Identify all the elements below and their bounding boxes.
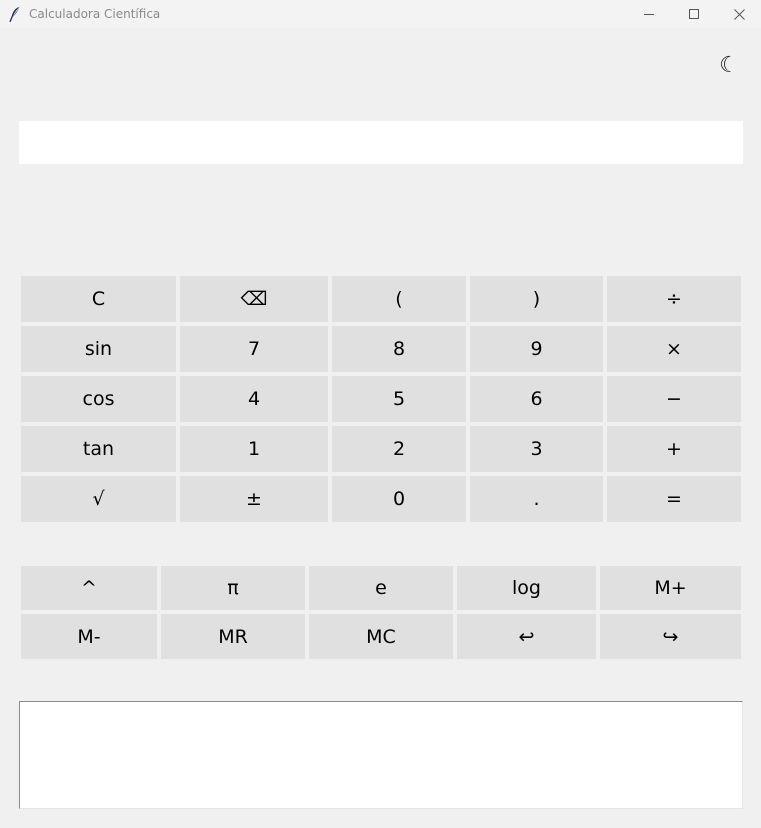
key-label: 3 — [530, 438, 543, 460]
memory-clear-button[interactable]: MC — [309, 614, 453, 659]
digit-nine-button[interactable]: 9 — [470, 326, 603, 372]
redo-button[interactable]: ↪ — [600, 614, 741, 659]
close-icon — [733, 8, 745, 20]
key-label: − — [666, 388, 682, 410]
tan-button[interactable]: tan — [21, 426, 176, 472]
digit-one-button[interactable]: 1 — [180, 426, 328, 472]
digit-five-button[interactable]: 5 — [332, 376, 466, 422]
digit-four-button[interactable]: 4 — [180, 376, 328, 422]
key-label: MC — [366, 625, 396, 648]
key-label: ↪ — [662, 625, 679, 648]
key-label: ± — [246, 488, 262, 510]
memory-recall-button[interactable]: MR — [161, 614, 305, 659]
key-label: 8 — [392, 338, 406, 360]
close-paren-button[interactable]: ) — [470, 276, 603, 322]
key-label: = — [666, 488, 682, 510]
key-label: ↩ — [518, 625, 535, 648]
cos-button[interactable]: cos — [21, 376, 176, 422]
open-paren-button[interactable]: ( — [332, 276, 466, 322]
sqrt-button[interactable]: √ — [21, 476, 176, 522]
key-label: tan — [82, 438, 115, 460]
key-label: MR — [218, 625, 248, 648]
pi-button[interactable]: π — [161, 566, 305, 610]
key-label: 4 — [247, 388, 261, 410]
digit-three-button[interactable]: 3 — [470, 426, 603, 472]
minimize-icon — [644, 9, 654, 19]
key-label: 6 — [530, 388, 543, 410]
close-button[interactable] — [716, 0, 761, 28]
multiply-button[interactable]: × — [607, 326, 741, 372]
window-title: Calculadora Científica — [29, 7, 161, 21]
key-label: √ — [92, 488, 105, 510]
key-label: 7 — [247, 338, 261, 360]
backspace-button[interactable]: ⌫ — [180, 276, 328, 322]
digit-six-button[interactable]: 6 — [470, 376, 603, 422]
key-label: 1 — [247, 438, 261, 460]
key-label: C — [91, 288, 106, 310]
clear-button[interactable]: C — [21, 276, 176, 322]
log-button[interactable]: log — [457, 566, 596, 610]
decimal-button[interactable]: . — [470, 476, 603, 522]
power-button[interactable]: ^ — [21, 566, 157, 610]
key-label: ÷ — [666, 288, 682, 310]
moon-icon: ☾ — [719, 52, 739, 78]
undo-button[interactable]: ↩ — [457, 614, 596, 659]
subtract-button[interactable]: − — [607, 376, 741, 422]
key-label: ⌫ — [240, 288, 268, 310]
key-label: 2 — [392, 438, 406, 460]
divide-button[interactable]: ÷ — [607, 276, 741, 322]
key-label: M- — [77, 625, 101, 648]
key-label: + — [666, 438, 682, 460]
add-button[interactable]: + — [607, 426, 741, 472]
feather-icon — [9, 6, 21, 23]
key-label: 5 — [392, 388, 406, 410]
theme-toggle-button[interactable]: ☾ — [714, 50, 744, 80]
sin-button[interactable]: sin — [21, 326, 176, 372]
key-label: 9 — [530, 338, 543, 360]
history-panel[interactable] — [19, 701, 743, 809]
digit-seven-button[interactable]: 7 — [180, 326, 328, 372]
maximize-button[interactable] — [671, 0, 717, 28]
plus-minus-button[interactable]: ± — [180, 476, 328, 522]
key-label: ) — [532, 288, 541, 310]
key-label: M+ — [654, 577, 687, 599]
key-label: sin — [84, 338, 113, 360]
euler-button[interactable]: e — [309, 566, 453, 610]
key-label: ( — [395, 288, 403, 310]
key-label: × — [666, 338, 682, 360]
maximize-icon — [689, 9, 699, 19]
key-label: ^ — [81, 577, 97, 599]
memory-subtract-button[interactable]: M- — [21, 614, 157, 659]
key-label: log — [512, 577, 541, 599]
key-label: . — [533, 488, 540, 510]
minimize-button[interactable] — [626, 0, 672, 28]
key-label: cos — [82, 388, 115, 410]
expression-display[interactable] — [19, 121, 743, 164]
digit-zero-button[interactable]: 0 — [332, 476, 466, 522]
key-label: e — [375, 577, 387, 599]
equals-button[interactable]: = — [607, 476, 741, 522]
memory-add-button[interactable]: M+ — [600, 566, 741, 610]
title-bar: Calculadora Científica — [0, 0, 761, 28]
key-label: 0 — [392, 488, 406, 510]
digit-two-button[interactable]: 2 — [332, 426, 466, 472]
key-label: π — [227, 577, 239, 599]
digit-eight-button[interactable]: 8 — [332, 326, 466, 372]
